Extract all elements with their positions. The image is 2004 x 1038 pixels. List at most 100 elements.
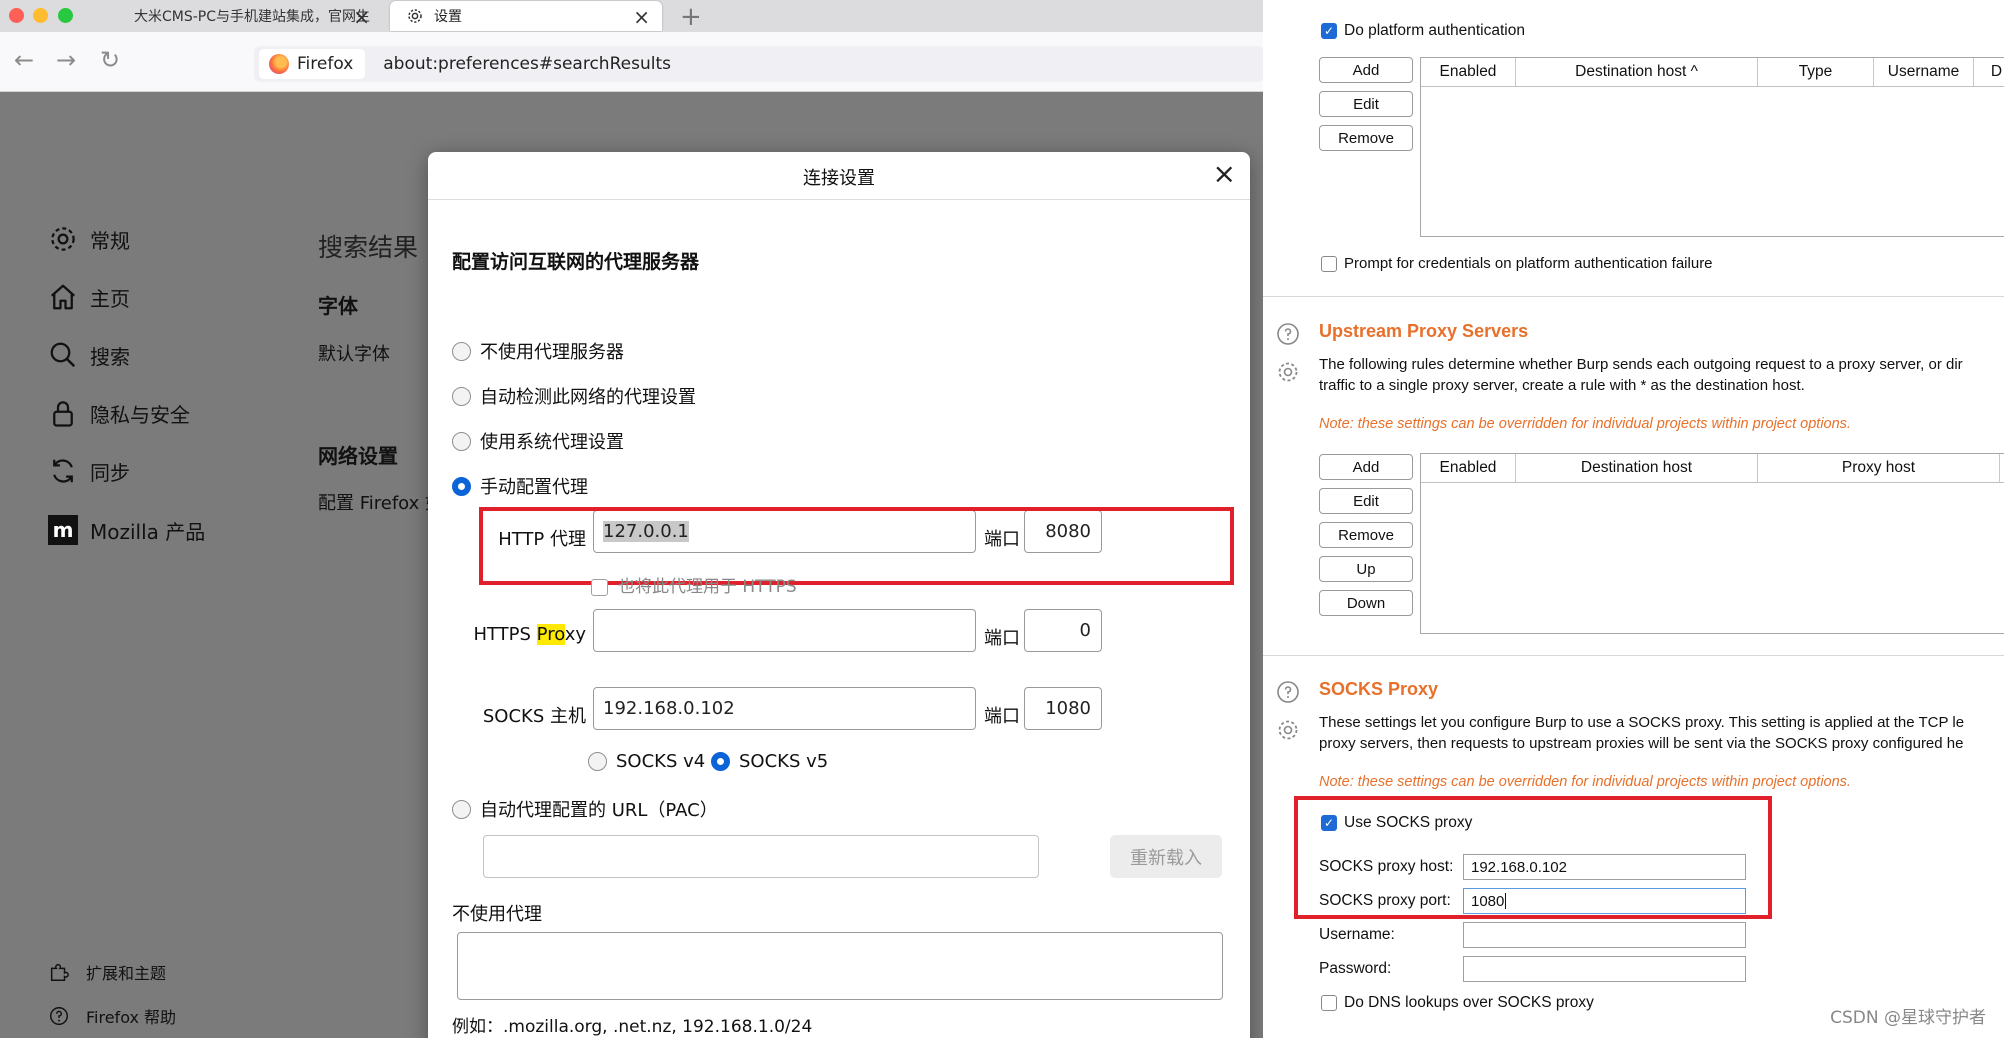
- column-username[interactable]: Username: [1874, 58, 1974, 86]
- upstream-remove-button[interactable]: Remove: [1319, 522, 1413, 548]
- column-enabled[interactable]: Enabled: [1421, 454, 1516, 482]
- upstream-table[interactable]: Enabled Destination host Proxy host: [1420, 453, 2004, 634]
- column-more[interactable]: [2000, 454, 2004, 482]
- section-divider: [1263, 655, 2004, 656]
- radio-button[interactable]: [452, 386, 471, 406]
- radio-button[interactable]: [452, 431, 471, 451]
- help-icon[interactable]: [1276, 680, 1300, 704]
- no-proxy-for-label: 不使用代理: [452, 904, 542, 925]
- option-system-proxy[interactable]: 使用系统代理设置: [452, 428, 624, 454]
- url-bar[interactable]: Firefox about:preferences#searchResults: [254, 46, 1263, 82]
- close-icon[interactable]: ×: [633, 5, 650, 29]
- gear-icon[interactable]: [1276, 718, 1300, 742]
- column-proxy-host[interactable]: Proxy host: [1758, 454, 2000, 482]
- pac-url-input[interactable]: [483, 835, 1039, 878]
- tab-damicms[interactable]: 大米CMS-PC与手机建站集成，官网生 ×: [120, 1, 382, 31]
- upstream-title: Upstream Proxy Servers: [1319, 321, 1529, 341]
- radio-button-selected[interactable]: [711, 752, 730, 771]
- option-socks-v4[interactable]: SOCKS v4: [588, 751, 705, 772]
- column-d[interactable]: D: [1974, 58, 2004, 86]
- username-label: Username:: [1319, 926, 1395, 943]
- watermark: CSDN @星球守护者: [1830, 1008, 1986, 1028]
- upstream-note: Note: these settings can be overridden f…: [1319, 416, 1851, 432]
- burp-settings-panel: ✓ Do platform authentication Add Edit Rem…: [1263, 0, 2004, 1038]
- sidebar-item-label: 同步: [90, 460, 130, 485]
- sidebar-item-mozilla[interactable]: m Mozilla 产品: [48, 515, 205, 545]
- auth-add-button[interactable]: Add: [1319, 57, 1413, 83]
- sidebar-item-general[interactable]: 常规: [48, 224, 130, 254]
- dns-lookup-row[interactable]: Do DNS lookups over SOCKS proxy: [1321, 994, 1594, 1012]
- url-text[interactable]: about:preferences#searchResults: [383, 54, 671, 74]
- option-auto-detect[interactable]: 自动检测此网络的代理设置: [452, 383, 696, 409]
- window-zoom-button[interactable]: [58, 8, 73, 23]
- upstream-down-button[interactable]: Down: [1319, 590, 1413, 616]
- checkbox-checked[interactable]: ✓: [1321, 22, 1337, 39]
- sidebar-item-home[interactable]: 主页: [48, 282, 130, 312]
- close-icon[interactable]: ×: [1213, 160, 1236, 188]
- window-minimize-button[interactable]: [33, 8, 48, 23]
- new-tab-button[interactable]: +: [680, 2, 702, 32]
- option-label: 手动配置代理: [480, 477, 588, 498]
- tab-settings[interactable]: 设置 ×: [390, 1, 662, 31]
- radio-button[interactable]: [588, 752, 607, 771]
- identity-box[interactable]: Firefox: [259, 49, 366, 79]
- radio-button-selected[interactable]: [452, 476, 471, 496]
- reload-icon[interactable]: ↻: [100, 46, 120, 74]
- platform-auth-table[interactable]: Enabled Destination host ^ Type Username…: [1420, 57, 2004, 237]
- table-header: Enabled Destination host ^ Type Username…: [1421, 58, 2004, 87]
- radio-button[interactable]: [452, 341, 471, 361]
- checkbox[interactable]: [1321, 994, 1337, 1011]
- sidebar-item-privacy[interactable]: 隐私与安全: [48, 398, 190, 428]
- sidebar-item-extensions[interactable]: 扩展和主题: [48, 960, 166, 984]
- window-close-button[interactable]: [9, 8, 24, 23]
- tab-label: 大米CMS-PC与手机建站集成，官网生: [134, 9, 371, 25]
- https-label-highlight: Pro: [536, 624, 565, 645]
- also-https-checkbox-row[interactable]: 也将此代理用于 HTTPS: [591, 572, 797, 597]
- https-port-input[interactable]: 0: [1024, 609, 1102, 652]
- close-icon[interactable]: ×: [353, 5, 370, 29]
- sync-icon: [53, 459, 73, 483]
- checkbox[interactable]: [1321, 256, 1337, 273]
- socks-host-input[interactable]: 192.168.0.102: [593, 687, 976, 730]
- prompt-credentials-row[interactable]: Prompt for credentials on platform authe…: [1321, 255, 1713, 273]
- gear-icon[interactable]: [1276, 360, 1300, 384]
- sidebar-item-search[interactable]: 搜索: [48, 340, 130, 370]
- username-input[interactable]: [1463, 922, 1746, 948]
- upstream-edit-button[interactable]: Edit: [1319, 488, 1413, 514]
- also-https-label: 也将此代理用于 HTTPS: [618, 577, 797, 597]
- forward-arrow-icon[interactable]: →: [56, 46, 76, 74]
- platform-auth-row[interactable]: ✓ Do platform authentication: [1321, 22, 1525, 40]
- column-type[interactable]: Type: [1758, 58, 1874, 86]
- search-results-title: 搜索结果: [318, 233, 419, 262]
- back-arrow-icon[interactable]: ←: [14, 46, 34, 74]
- column-destination-host[interactable]: Destination host: [1516, 454, 1758, 482]
- auth-remove-button[interactable]: Remove: [1319, 125, 1413, 151]
- option-no-proxy[interactable]: 不使用代理服务器: [452, 338, 624, 364]
- upstream-up-button[interactable]: Up: [1319, 556, 1413, 582]
- column-destination-host[interactable]: Destination host ^: [1516, 58, 1758, 86]
- https-proxy-input[interactable]: [593, 609, 976, 652]
- upstream-add-button[interactable]: Add: [1319, 454, 1413, 480]
- prompt-credentials-label: Prompt for credentials on platform authe…: [1344, 255, 1713, 272]
- section-divider: [1263, 296, 2004, 297]
- option-pac[interactable]: 自动代理配置的 URL（PAC）: [452, 796, 718, 822]
- option-manual-proxy[interactable]: 手动配置代理: [452, 473, 588, 499]
- checkbox[interactable]: [591, 578, 608, 596]
- radio-button[interactable]: [452, 799, 471, 819]
- sidebar-item-help[interactable]: Firefox 帮助: [48, 1004, 176, 1028]
- column-enabled[interactable]: Enabled: [1421, 58, 1516, 86]
- tab-bar: 大米CMS-PC与手机建站集成，官网生 × 设置 × +: [0, 0, 1263, 32]
- tab-label: 设置: [434, 9, 462, 25]
- option-socks-v5[interactable]: SOCKS v5: [711, 751, 828, 772]
- reload-button[interactable]: 重新载入: [1110, 835, 1222, 878]
- lock-icon: [53, 401, 73, 427]
- no-proxy-for-textarea[interactable]: [457, 932, 1223, 1000]
- password-input[interactable]: [1463, 956, 1746, 982]
- help-icon[interactable]: [1276, 322, 1300, 346]
- socks-highlight-box: [1294, 796, 1772, 919]
- sidebar-item-sync[interactable]: 同步: [48, 456, 130, 486]
- socks-port-input[interactable]: 1080: [1024, 687, 1102, 730]
- sidebar-item-label: Firefox 帮助: [86, 1008, 177, 1027]
- auth-edit-button[interactable]: Edit: [1319, 91, 1413, 117]
- firefox-window: 大米CMS-PC与手机建站集成，官网生 × 设置 × + ← → ↻ Firef…: [0, 0, 1263, 1038]
